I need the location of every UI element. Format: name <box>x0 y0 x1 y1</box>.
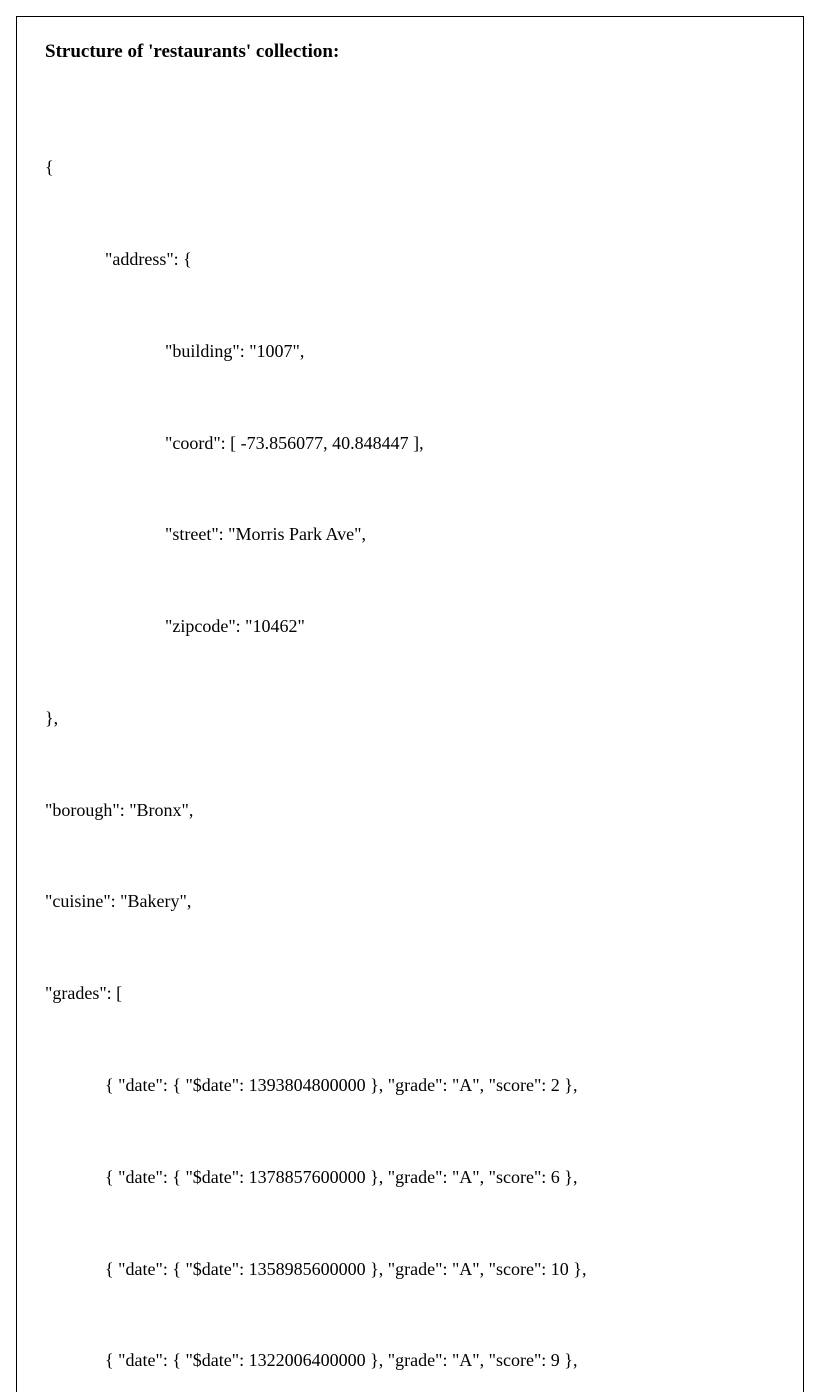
document-container: Structure of 'restaurants' collection: {… <box>16 16 804 1392</box>
code-line-building: "building": "1007", <box>45 336 775 367</box>
code-line-coord: "coord": [ -73.856077, 40.848447 ], <box>45 428 775 459</box>
code-line-zipcode: "zipcode": "10462" <box>45 611 775 642</box>
code-line-cuisine: "cuisine": "Bakery", <box>45 886 775 917</box>
code-line-borough: "borough": "Bronx", <box>45 795 775 826</box>
code-line-grade-1: { "date": { "$date": 1393804800000 }, "g… <box>45 1070 775 1101</box>
code-line-grades-open: "grades": [ <box>45 978 775 1009</box>
code-line-open: { <box>45 152 775 183</box>
code-line-address-close: }, <box>45 703 775 734</box>
document-title: Structure of 'restaurants' collection: <box>45 41 775 63</box>
code-line-grade-3: { "date": { "$date": 1358985600000 }, "g… <box>45 1254 775 1285</box>
code-line-address-open: "address": { <box>45 244 775 275</box>
code-line-grade-2: { "date": { "$date": 1378857600000 }, "g… <box>45 1162 775 1193</box>
code-block: { "address": { "building": "1007", "coor… <box>45 91 775 1392</box>
code-line-street: "street": "Morris Park Ave", <box>45 519 775 550</box>
code-line-grade-4: { "date": { "$date": 1322006400000 }, "g… <box>45 1345 775 1376</box>
